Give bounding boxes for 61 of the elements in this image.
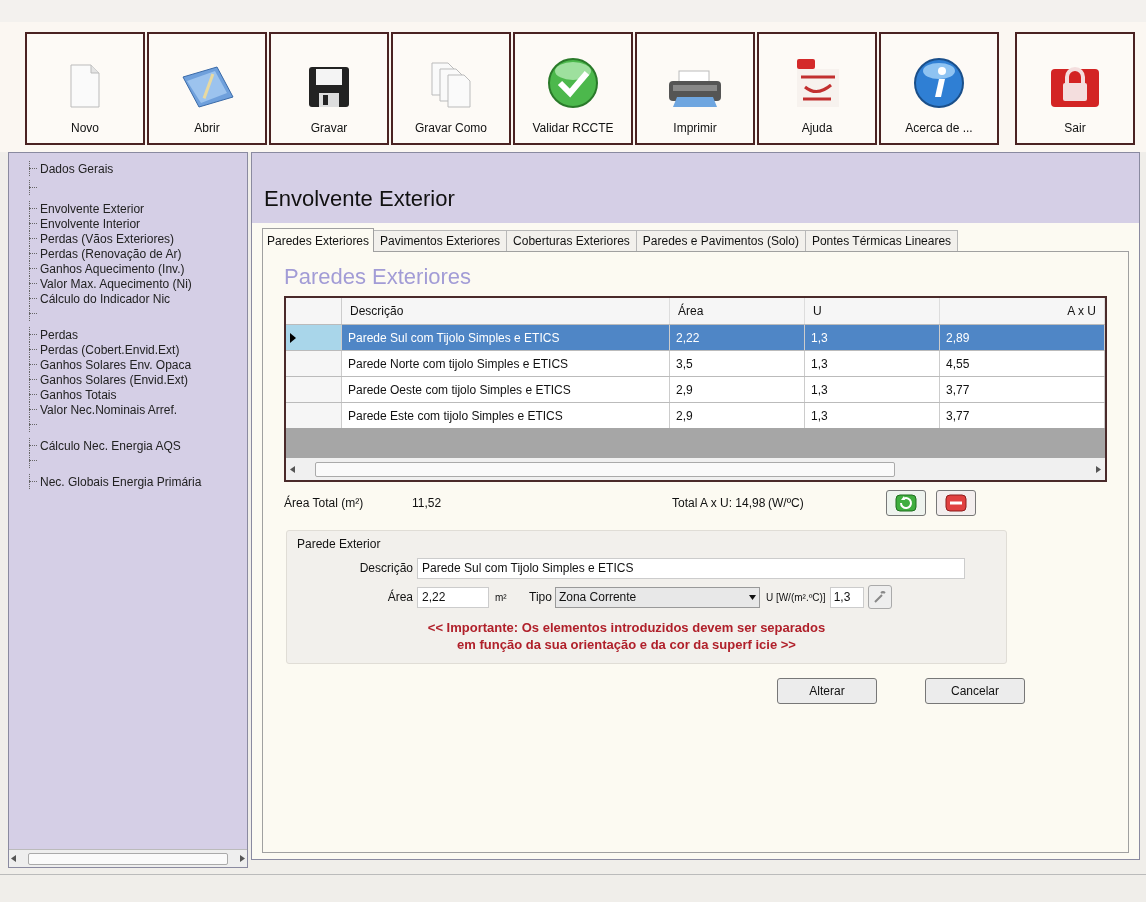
section-title: Paredes Exteriores xyxy=(284,263,473,291)
table-row[interactable]: Parede Norte com tijolo Simples e ETICS 3,5 1,3 4,55 xyxy=(286,350,1105,376)
total-area-value: 11,52 xyxy=(412,495,443,512)
field-label: U [W/(m².ºC)] xyxy=(765,590,826,605)
action-button[interactable]: Alterar xyxy=(777,678,877,704)
u-value-field[interactable]: 1,3 xyxy=(829,586,864,608)
field-label: Descrição xyxy=(358,560,414,577)
total-axu-unit: (W/ºC) xyxy=(768,495,805,512)
unit-label: m² xyxy=(495,590,508,605)
tree-item[interactable]: Nec. Globais Energia Primária xyxy=(40,472,202,491)
row-header[interactable] xyxy=(286,325,342,350)
warning-note: em função da sua orientação e da cor da superf icie >> xyxy=(456,636,797,653)
remove-button[interactable] xyxy=(936,490,976,516)
tab[interactable]: Paredes e Pavimentos (Solo) xyxy=(636,230,806,251)
field-label: Área xyxy=(386,588,414,606)
scroll-right-icon[interactable] xyxy=(240,855,245,862)
tab[interactable]: Paredes Exteriores xyxy=(262,228,375,252)
total-axu-label: Total A x U: 14,98 xyxy=(672,495,767,512)
scroll-right-icon[interactable] xyxy=(1096,465,1101,473)
scroll-left-icon[interactable] xyxy=(290,465,295,473)
tree-item[interactable]: Dados Gerais xyxy=(40,159,114,178)
field-label: Tipo xyxy=(529,589,552,606)
scroll-thumb[interactable] xyxy=(28,852,228,865)
type-dropdown[interactable]: Zona Corrente xyxy=(554,586,760,608)
description-field[interactable]: Parede Sul com Tijolo Simples e ETICS xyxy=(417,557,965,579)
tab[interactable]: Pontes Térmicas Lineares xyxy=(805,230,959,251)
table-row[interactable]: Parede Este com tijolo Simples e ETICS 2,9 1,3 3,77 xyxy=(286,402,1105,428)
current-row-icon xyxy=(290,332,296,343)
calculator-button[interactable] xyxy=(867,585,892,609)
total-area-label: Área Total (m²) xyxy=(284,494,365,512)
checkmark-icon xyxy=(545,57,601,109)
add-icon xyxy=(895,494,917,512)
toolbar-button[interactable]: Sair xyxy=(1015,32,1135,145)
warning-note: << Importante: Os elementos introduzidos devem ser separados xyxy=(426,619,827,636)
tab[interactable]: Coberturas Exteriores xyxy=(507,230,637,251)
toolbar-button[interactable]: Imprimir xyxy=(635,32,755,145)
toolbar-button[interactable]: Validar RCCTE xyxy=(513,32,633,145)
toolbar-button[interactable]: Ajuda xyxy=(757,32,877,145)
add-button[interactable] xyxy=(886,490,926,516)
tree-item[interactable]: Cálculo do Indicador Nic xyxy=(40,289,171,308)
scroll-left-icon[interactable] xyxy=(11,855,16,862)
horizontal-scrollbar[interactable] xyxy=(9,849,247,867)
scroll-thumb[interactable] xyxy=(315,461,895,477)
toolbar-button[interactable]: Abrir xyxy=(147,32,267,145)
area-field[interactable]: 2,22 xyxy=(417,586,489,608)
tab[interactable]: Pavimentos Exteriores xyxy=(374,230,508,251)
toolbar-button[interactable]: Gravar Como xyxy=(391,32,511,145)
toolbar-button[interactable]: Gravar xyxy=(269,32,389,145)
remove-icon xyxy=(945,494,967,512)
info-icon xyxy=(913,57,965,109)
dropdown-arrow-icon xyxy=(748,594,756,600)
tree-item[interactable]: Cálculo Nec. Energia AQS xyxy=(40,436,181,455)
table-row[interactable]: Parede Oeste com tijolo Simples e ETICS 2,9 1,3 3,77 xyxy=(286,376,1105,402)
action-button[interactable]: Cancelar xyxy=(925,678,1025,704)
wrench-icon xyxy=(872,590,887,604)
table-row[interactable]: Parede Sul com Tijolo Simples e ETICS 2,22 1,3 2,89 xyxy=(286,324,1105,350)
page-title: Envolvente Exterior xyxy=(264,185,455,213)
toolbar-button[interactable]: Acerca de ... xyxy=(879,32,999,145)
documents-icon xyxy=(428,61,474,109)
toolbar-button[interactable]: Novo xyxy=(25,32,145,145)
group-legend: Parede Exterior xyxy=(287,531,1006,555)
